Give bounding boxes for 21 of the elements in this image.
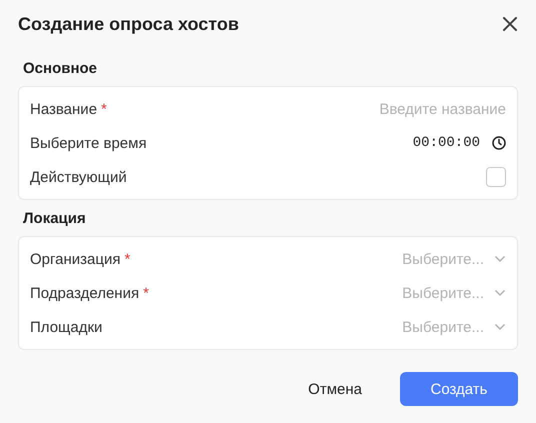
chevron-down-icon[interactable]	[494, 323, 506, 331]
clock-icon[interactable]	[492, 136, 506, 150]
field-label: Подразделения *	[30, 284, 149, 302]
checkbox[interactable]	[486, 167, 506, 187]
select-field[interactable]: Выберите...	[402, 284, 484, 302]
close-button[interactable]	[500, 14, 520, 34]
cancel-button[interactable]: Отмена	[308, 372, 362, 406]
field-label: Площадки	[30, 318, 102, 336]
time-field[interactable]: 00:00:00	[412, 135, 480, 151]
chevron-down-icon[interactable]	[494, 255, 506, 263]
field-label: Название *	[30, 100, 107, 118]
dialog-title: Создание опроса хостов	[18, 14, 239, 34]
field-label: Выберите время	[30, 134, 147, 152]
chevron-down-icon[interactable]	[494, 289, 506, 297]
section-title: Локация	[23, 210, 87, 228]
create-button[interactable]: Создать	[400, 372, 518, 406]
field-label: Организация *	[30, 250, 130, 268]
field-label: Действующий	[30, 168, 127, 186]
section-title: Основное	[23, 60, 98, 78]
select-field[interactable]: Выберите...	[402, 250, 484, 268]
select-field[interactable]: Выберите...	[402, 318, 484, 336]
